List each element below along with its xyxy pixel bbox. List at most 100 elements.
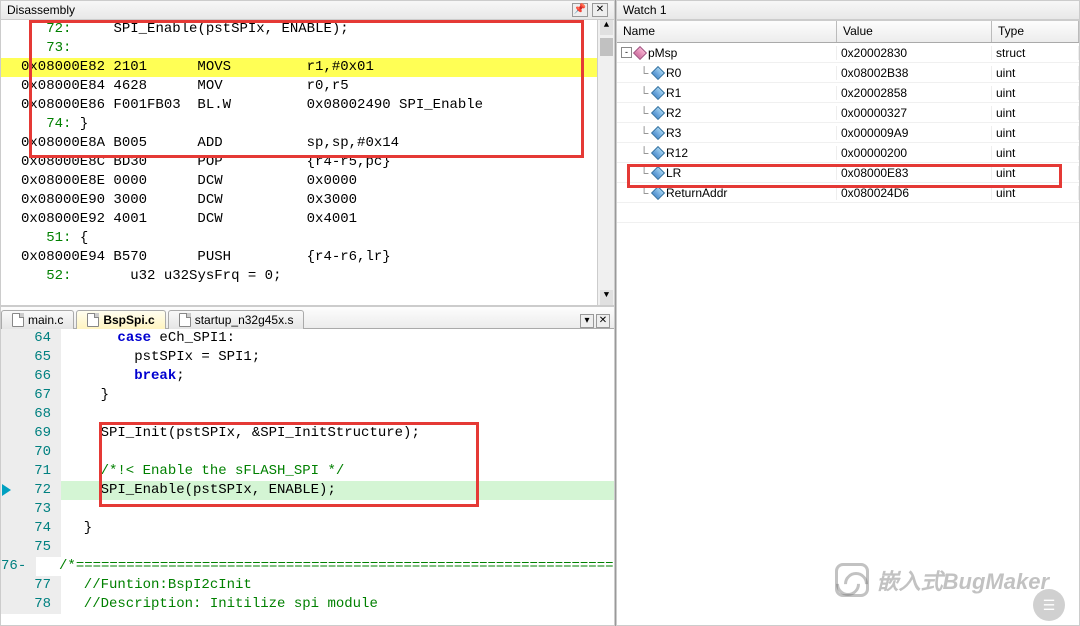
- disasm-line[interactable]: 0x08000E84 4628 MOV r0,r5: [1, 77, 614, 96]
- var-icon: [651, 126, 665, 140]
- code-line[interactable]: 72 SPI_Enable(pstSPIx, ENABLE);: [1, 481, 614, 500]
- code-line[interactable]: 77 //Funtion:BspI2cInit: [1, 576, 614, 595]
- scroll-thumb[interactable]: [600, 38, 613, 56]
- code-text: //Funtion:BspI2cInit: [61, 576, 614, 595]
- code-line[interactable]: 74 }: [1, 519, 614, 538]
- line-number: 77: [19, 576, 61, 595]
- tab-dropdown-icon[interactable]: ▾: [580, 314, 594, 328]
- disasm-line[interactable]: 52: u32 u32SysFrq = 0;: [1, 267, 614, 286]
- code-line[interactable]: 66 break;: [1, 367, 614, 386]
- disasm-scrollbar[interactable]: ▲ ▼: [597, 20, 614, 305]
- disasm-line[interactable]: 0x08000E8A B005 ADD sp,sp,#0x14: [1, 134, 614, 153]
- line-number: 66: [19, 367, 61, 386]
- var-name: R12: [666, 146, 688, 160]
- tab-bspspi-c[interactable]: BspSpi.c: [76, 310, 165, 329]
- line-number: 65: [19, 348, 61, 367]
- line-number: 68: [19, 405, 61, 424]
- gutter: [1, 500, 19, 519]
- code-line[interactable]: 69 SPI_Init(pstSPIx, &SPI_InitStructure)…: [1, 424, 614, 443]
- watch-row-r1[interactable]: └R10x20002858uint: [617, 83, 1079, 103]
- pin-icon[interactable]: 📌: [572, 3, 588, 17]
- disasm-line[interactable]: 0x08000E86 F001FB03 BL.W 0x08002490 SPI_…: [1, 96, 614, 115]
- fold-icon[interactable]: -: [18, 558, 26, 574]
- var-name: LR: [666, 166, 681, 180]
- var-icon: [651, 86, 665, 100]
- disasm-line[interactable]: 0x08000E8E 0000 DCW 0x0000: [1, 172, 614, 191]
- code-line[interactable]: 75: [1, 538, 614, 557]
- disasm-line[interactable]: 0x08000E92 4001 DCW 0x4001: [1, 210, 614, 229]
- var-type: uint: [992, 146, 1079, 160]
- var-value: 0x08002B38: [837, 66, 992, 80]
- col-type[interactable]: Type: [992, 21, 1079, 42]
- var-name: R2: [666, 106, 681, 120]
- line-number: 74: [19, 519, 61, 538]
- disasm-line[interactable]: 0x08000E90 3000 DCW 0x3000: [1, 191, 614, 210]
- tab-close-icon[interactable]: ✕: [596, 314, 610, 328]
- code-line[interactable]: 71 /*!< Enable the sFLASH_SPI */: [1, 462, 614, 481]
- watch-enter-expression[interactable]: [617, 203, 1079, 223]
- code-text: /*!< Enable the sFLASH_SPI */: [61, 462, 614, 481]
- tab-main-c[interactable]: main.c: [1, 310, 74, 329]
- disassembly-title: Disassembly: [7, 3, 572, 17]
- watch-columns: Name Value Type: [617, 21, 1079, 43]
- col-value[interactable]: Value: [837, 21, 992, 42]
- watch-row-r2[interactable]: └R20x00000327uint: [617, 103, 1079, 123]
- disasm-line[interactable]: 72: SPI_Enable(pstSPIx, ENABLE);: [1, 20, 614, 39]
- disasm-line[interactable]: 0x08000E82 2101 MOVS r1,#0x01: [1, 58, 614, 77]
- scroll-down-icon[interactable]: ▼: [600, 290, 613, 305]
- disasm-line[interactable]: 51: {: [1, 229, 614, 248]
- var-icon: [651, 166, 665, 180]
- line-number: 72: [19, 481, 61, 500]
- var-type: uint: [992, 126, 1079, 140]
- code-line[interactable]: 78 //Description: Initilize spi module: [1, 595, 614, 614]
- floating-button[interactable]: ☰: [1033, 589, 1065, 621]
- code-line[interactable]: 64 case eCh_SPI1:: [1, 329, 614, 348]
- close-icon[interactable]: ✕: [592, 3, 608, 17]
- tab-startup_n32g45x-s[interactable]: startup_n32g45x.s: [168, 310, 305, 329]
- editor-tabs: main.cBspSpi.cstartup_n32g45x.s ▾ ✕: [1, 307, 614, 329]
- gutter: [1, 595, 19, 614]
- code-area[interactable]: 64 case eCh_SPI1:65 pstSPIx = SPI1;66 br…: [1, 329, 614, 625]
- code-line[interactable]: 67 }: [1, 386, 614, 405]
- gutter: [1, 367, 19, 386]
- code-line[interactable]: 76- /*==================================…: [1, 557, 614, 576]
- code-text: pstSPIx = SPI1;: [61, 348, 614, 367]
- code-text: }: [61, 519, 614, 538]
- disasm-line[interactable]: 73:: [1, 39, 614, 58]
- code-line[interactable]: 73: [1, 500, 614, 519]
- watch-row-lr[interactable]: └LR0x08000E83uint: [617, 163, 1079, 183]
- var-type: uint: [992, 86, 1079, 100]
- var-value: 0x00000327: [837, 106, 992, 120]
- code-text: [61, 538, 614, 557]
- gutter: [1, 462, 19, 481]
- code-line[interactable]: 68: [1, 405, 614, 424]
- line-number: 76-: [1, 557, 36, 576]
- tree-branch: └: [638, 86, 650, 100]
- col-name[interactable]: Name: [617, 21, 837, 42]
- disasm-line[interactable]: 0x08000E94 B570 PUSH {r4-r6,lr}: [1, 248, 614, 267]
- watch-row-r0[interactable]: └R00x08002B38uint: [617, 63, 1079, 83]
- line-number: 71: [19, 462, 61, 481]
- scroll-up-icon[interactable]: ▲: [600, 20, 613, 35]
- var-type: struct: [992, 46, 1079, 60]
- code-line[interactable]: 70: [1, 443, 614, 462]
- code-editor: main.cBspSpi.cstartup_n32g45x.s ▾ ✕ 64 c…: [0, 306, 615, 626]
- gutter: [1, 576, 19, 595]
- watch-row-r12[interactable]: └R120x00000200uint: [617, 143, 1079, 163]
- tree-branch: └: [638, 106, 650, 120]
- watch-row-returnaddr[interactable]: └ReturnAddr0x080024D6uint: [617, 183, 1079, 203]
- var-icon: [651, 146, 665, 160]
- disasm-line[interactable]: 74: }: [1, 115, 614, 134]
- code-text: SPI_Init(pstSPIx, &SPI_InitStructure);: [61, 424, 614, 443]
- var-name: R1: [666, 86, 681, 100]
- gutter: [1, 329, 19, 348]
- var-value: 0x08000E83: [837, 166, 992, 180]
- watch-row-r3[interactable]: └R30x000009A9uint: [617, 123, 1079, 143]
- code-line[interactable]: 65 pstSPIx = SPI1;: [1, 348, 614, 367]
- watch-row-pmsp[interactable]: -pMsp0x20002830struct: [617, 43, 1079, 63]
- disasm-line[interactable]: 0x08000E8C BD30 POP {r4-r5,pc}: [1, 153, 614, 172]
- file-icon: [87, 313, 99, 327]
- tree-toggle-icon[interactable]: -: [621, 47, 632, 58]
- tree-branch: └: [638, 146, 650, 160]
- var-value: 0x080024D6: [837, 186, 992, 200]
